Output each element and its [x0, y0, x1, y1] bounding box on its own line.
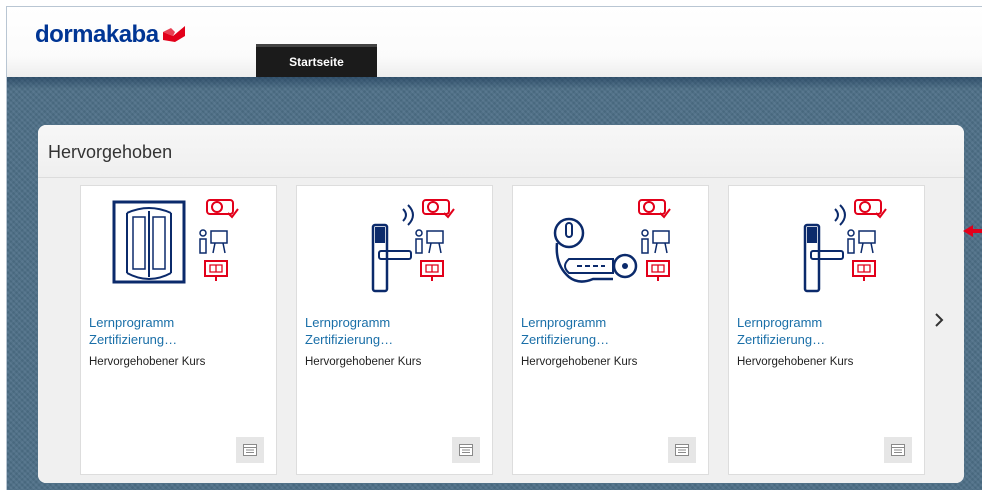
- course-card-subtitle: Hervorgehobener Kurs: [89, 356, 206, 368]
- course-card-subtitle: Hervorgehobener Kurs: [305, 356, 422, 368]
- course-card-title[interactable]: Lernprogramm Zertifizierung…: [737, 314, 917, 348]
- course-card-image: [327, 195, 462, 300]
- tab-startseite[interactable]: Startseite: [256, 44, 377, 77]
- brand-logo[interactable]: dormakaba: [35, 21, 185, 49]
- course-details-button[interactable]: [236, 437, 264, 463]
- course-card-subtitle: Hervorgehobener Kurs: [521, 356, 638, 368]
- header-bar: dormakaba Startseite: [7, 7, 982, 78]
- details-icon: [675, 444, 689, 456]
- certificate-training-icons: [415, 199, 455, 281]
- course-card-title[interactable]: Lernprogramm Zertifizierung…: [521, 314, 701, 348]
- featured-panel-header: Hervorgehoben: [38, 125, 964, 178]
- course-card-title[interactable]: Lernprogramm Zertifizierung…: [89, 314, 269, 348]
- tab-label: Startseite: [289, 55, 344, 69]
- course-card[interactable]: Lernprogramm Zertifizierung… Hervorgehob…: [80, 185, 277, 475]
- course-card-subtitle: Hervorgehobener Kurs: [737, 356, 854, 368]
- brand-name: dormakaba: [35, 21, 159, 48]
- certificate-training-icons: [847, 199, 887, 281]
- details-icon: [243, 444, 257, 456]
- featured-panel: Hervorgehoben Lernprogramm Zertifizierun…: [38, 125, 964, 483]
- course-details-button[interactable]: [452, 437, 480, 463]
- course-card[interactable]: Lernprogramm Zertifizierung… Hervorgehob…: [512, 185, 709, 475]
- carousel-next-button[interactable]: [930, 305, 948, 335]
- featured-title: Hervorgehoben: [48, 142, 173, 162]
- course-card[interactable]: Lernprogramm Zertifizierung… Hervorgehob…: [728, 185, 925, 475]
- wireless-door-handle-icon: [371, 204, 414, 293]
- app-frame: dormakaba Startseite Hervorgehoben Lernp…: [6, 6, 982, 490]
- wireless-door-handle-icon: [803, 204, 846, 293]
- course-details-button[interactable]: [668, 437, 696, 463]
- course-card-title[interactable]: Lernprogramm Zertifizierung…: [305, 314, 485, 348]
- annotation-arrow-icon: [963, 224, 982, 238]
- course-card-image: [543, 195, 678, 300]
- details-icon: [459, 444, 473, 456]
- course-card-image: [759, 195, 894, 300]
- revolving-door-icon: [112, 200, 186, 284]
- brand-mark-icon: [162, 21, 185, 49]
- featured-carousel: Lernprogramm Zertifizierung… Hervorgehob…: [38, 178, 964, 483]
- course-card[interactable]: Lernprogramm Zertifizierung… Hervorgehob…: [296, 185, 493, 475]
- course-card-image: [111, 195, 246, 300]
- chevron-right-icon: [935, 313, 944, 327]
- certificate-training-icons: [199, 199, 239, 281]
- course-details-button[interactable]: [884, 437, 912, 463]
- details-icon: [891, 444, 905, 456]
- certificate-training-icons: [638, 199, 671, 281]
- key-cylinder-icon: [553, 217, 638, 283]
